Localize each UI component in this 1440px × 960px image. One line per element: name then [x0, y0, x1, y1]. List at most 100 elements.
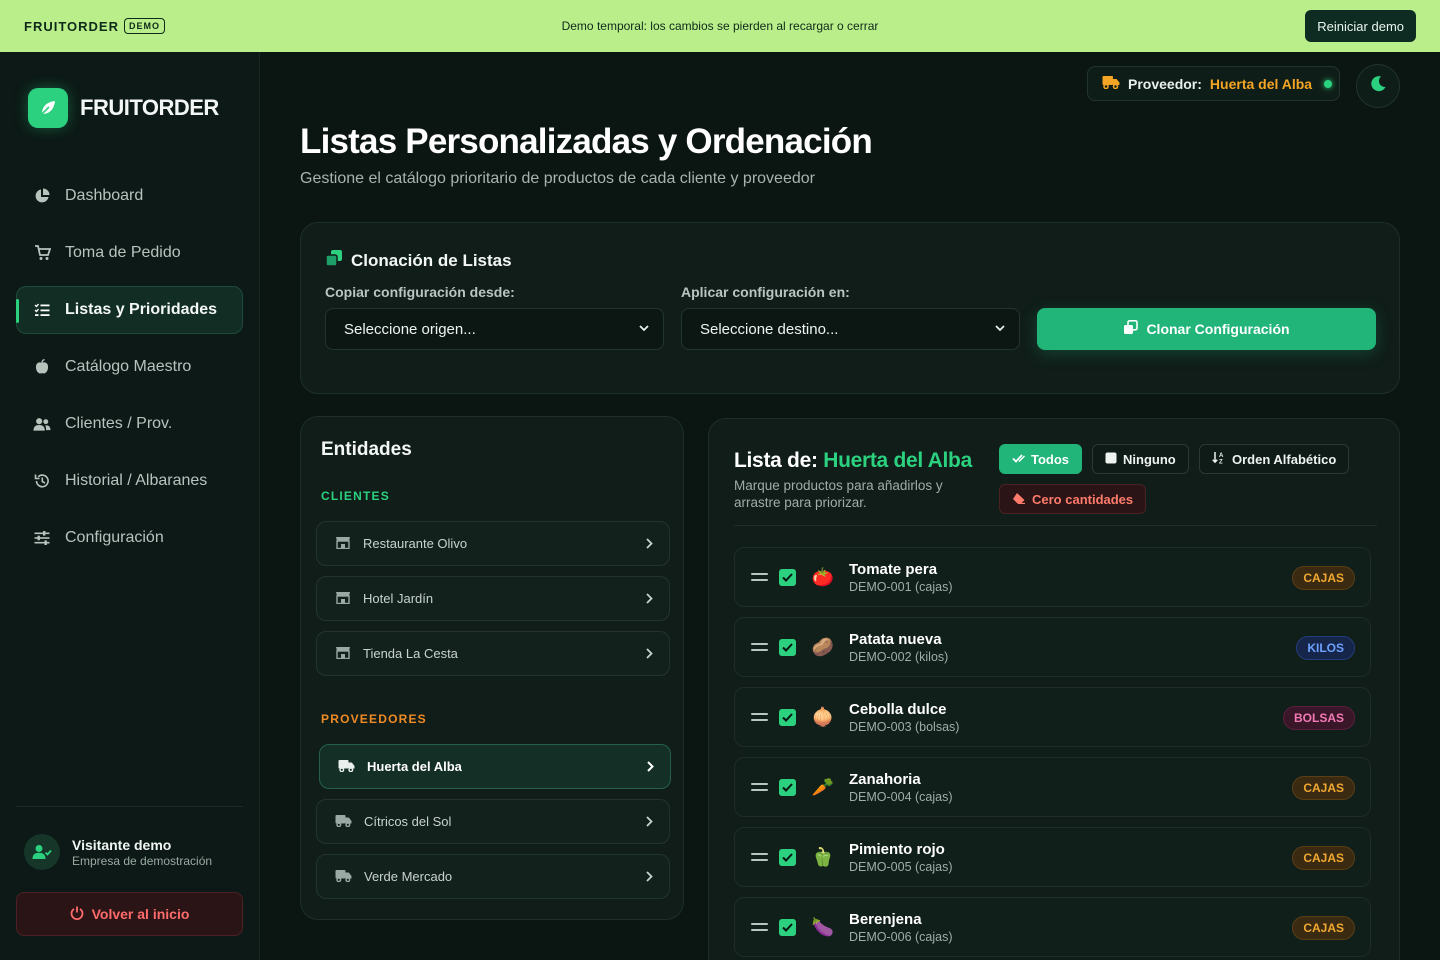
- provider-value: Huerta del Alba: [1209, 75, 1313, 92]
- sidebar-item-label: Configuración: [65, 529, 164, 546]
- provider-item[interactable]: Cítricos del Sol: [316, 799, 670, 844]
- pepper-icon: 🫑: [811, 846, 835, 867]
- copy-icon: [325, 249, 343, 272]
- client-item-label: Tienda La Cesta: [363, 646, 458, 661]
- client-item[interactable]: Tienda La Cesta: [316, 631, 670, 676]
- providers-section-label: PROVEEDORES: [321, 712, 427, 726]
- unit-badge: CAJAS: [1292, 916, 1355, 940]
- select-all-button[interactable]: Todos: [999, 444, 1083, 474]
- drag-handle-icon[interactable]: [751, 853, 768, 861]
- clients-section-label: CLIENTES: [321, 489, 390, 503]
- potato-icon: 🥔: [811, 636, 835, 657]
- sidebar-item-listas-y-prioridades[interactable]: Listas y Prioridades: [16, 286, 243, 334]
- product-name: Cebolla dulce: [849, 700, 947, 718]
- theme-toggle-button[interactable]: [1356, 64, 1400, 108]
- product-row[interactable]: 🫑 Pimiento rojo DEMO-005 (cajas) CAJAS: [734, 827, 1371, 887]
- clone-button-label: Clonar Configuración: [1146, 321, 1290, 337]
- provider-item-label: Verde Mercado: [364, 869, 453, 884]
- product-checkbox[interactable]: [779, 918, 796, 936]
- sidebar-item-historial-albaranes[interactable]: Historial / Albaranes: [16, 457, 243, 505]
- reset-demo-button[interactable]: Reiniciar demo: [1305, 10, 1416, 42]
- chevron-down-icon: [639, 323, 649, 335]
- zero-quantities-button[interactable]: Cero cantidades: [999, 484, 1147, 514]
- banner-brand-text: FRUITORDER: [24, 18, 119, 34]
- user-name: Visitante demo: [72, 836, 172, 853]
- power-icon: [70, 906, 84, 923]
- sidebar: FRUITORDER Dashboard Toma de Pedido List…: [0, 52, 260, 960]
- list-card: Lista de: Huerta del Alba Marque product…: [708, 418, 1400, 960]
- target-label: Aplicar configuración en:: [681, 284, 850, 300]
- clone-title-text: Clonación de Listas: [351, 250, 512, 270]
- product-row[interactable]: 🧅 Cebolla dulce DEMO-003 (bolsas) BOLSAS: [734, 687, 1371, 747]
- target-select[interactable]: Seleccione destino...: [681, 308, 1020, 350]
- product-row[interactable]: 🍅 Tomate pera DEMO-001 (cajas) CAJAS: [734, 547, 1371, 607]
- product-name: Tomate pera: [849, 560, 938, 578]
- store-icon: [335, 646, 351, 662]
- product-row[interactable]: 🥔 Patata nueva DEMO-002 (kilos) KILOS: [734, 617, 1371, 677]
- sliders-icon: [33, 531, 51, 545]
- product-code: DEMO-006 (cajas): [849, 929, 953, 944]
- client-item[interactable]: Restaurante Olivo: [316, 521, 670, 566]
- product-code: DEMO-005 (cajas): [849, 859, 953, 874]
- select-none-button[interactable]: Ninguno: [1092, 444, 1189, 474]
- product-checkbox[interactable]: [779, 708, 796, 726]
- client-item[interactable]: Hotel Jardín: [316, 576, 670, 621]
- sidebar-item-configuracion[interactable]: Configuración: [16, 514, 243, 562]
- status-dot: [1324, 79, 1333, 88]
- product-checkbox[interactable]: [779, 848, 796, 866]
- client-item-label: Hotel Jardín: [363, 591, 434, 606]
- clone-config-button[interactable]: Clonar Configuración: [1037, 308, 1376, 350]
- entities-card: Entidades CLIENTES Restaurante Olivo Hot…: [300, 416, 684, 920]
- eggplant-icon: 🍆: [811, 916, 835, 937]
- list-description: Marque productos para añadirlos y arrast…: [734, 478, 943, 510]
- sidebar-item-label: Toma de Pedido: [65, 244, 181, 261]
- leaf-icon: [28, 88, 68, 128]
- demo-banner: FRUITORDER DEMO Demo temporal: los cambi…: [0, 0, 1440, 52]
- unit-badge: KILOS: [1296, 636, 1355, 660]
- product-name: Zanahoria: [849, 770, 921, 788]
- product-code: DEMO-002 (kilos): [849, 649, 949, 664]
- sidebar-item-label: Listas y Prioridades: [65, 301, 218, 318]
- product-code: DEMO-001 (cajas): [849, 579, 953, 594]
- source-select[interactable]: Seleccione origen...: [325, 308, 664, 350]
- product-code: DEMO-004 (cajas): [849, 789, 953, 804]
- sort-alpha-button[interactable]: AZ Orden Alfabético: [1199, 444, 1350, 474]
- moon-icon: [1369, 75, 1387, 98]
- apple-icon: [33, 359, 51, 375]
- provider-item[interactable]: Verde Mercado: [316, 854, 670, 899]
- drag-handle-icon[interactable]: [751, 783, 768, 791]
- chevron-right-icon: [646, 591, 653, 607]
- drag-handle-icon[interactable]: [751, 923, 768, 931]
- logo[interactable]: FRUITORDER: [28, 88, 219, 128]
- clone-title: Clonación de Listas: [325, 249, 512, 272]
- carrot-icon: 🥕: [811, 776, 835, 797]
- product-name: Berenjena: [849, 910, 922, 928]
- client-item-label: Restaurante Olivo: [363, 536, 468, 551]
- list-title-entity: Huerta del Alba: [823, 449, 972, 472]
- product-checkbox[interactable]: [779, 778, 796, 796]
- provider-selector[interactable]: Proveedor: Huerta del Alba: [1087, 66, 1340, 101]
- sidebar-item-dashboard[interactable]: Dashboard: [16, 172, 243, 220]
- sidebar-item-clientes-prov[interactable]: Clientes / Prov.: [16, 400, 243, 448]
- sidebar-item-toma-de-pedido[interactable]: Toma de Pedido: [16, 229, 243, 277]
- chevron-right-icon: [646, 646, 653, 662]
- copy-icon: [1123, 320, 1139, 338]
- product-code: DEMO-003 (bolsas): [849, 719, 960, 734]
- product-row[interactable]: 🍆 Berenjena DEMO-006 (cajas) CAJAS: [734, 897, 1371, 957]
- drag-handle-icon[interactable]: [751, 643, 768, 651]
- history-icon: [33, 473, 51, 489]
- product-checkbox[interactable]: [779, 568, 796, 586]
- provider-label: Proveedor:: [1128, 75, 1202, 92]
- chevron-right-icon: [646, 536, 653, 552]
- provider-item-active[interactable]: Huerta del Alba: [319, 744, 671, 789]
- product-checkbox[interactable]: [779, 638, 796, 656]
- sidebar-item-catalogo-maestro[interactable]: Catálogo Maestro: [16, 343, 243, 391]
- drag-handle-icon[interactable]: [751, 713, 768, 721]
- unit-badge: CAJAS: [1292, 566, 1355, 590]
- drag-handle-icon[interactable]: [751, 573, 768, 581]
- product-row[interactable]: 🥕 Zanahoria DEMO-004 (cajas) CAJAS: [734, 757, 1371, 817]
- back-home-button[interactable]: Volver al inicio: [16, 892, 243, 936]
- check-double-icon: [1012, 452, 1025, 467]
- source-select-value: Seleccione origen...: [344, 320, 476, 338]
- entities-title: Entidades: [321, 439, 412, 460]
